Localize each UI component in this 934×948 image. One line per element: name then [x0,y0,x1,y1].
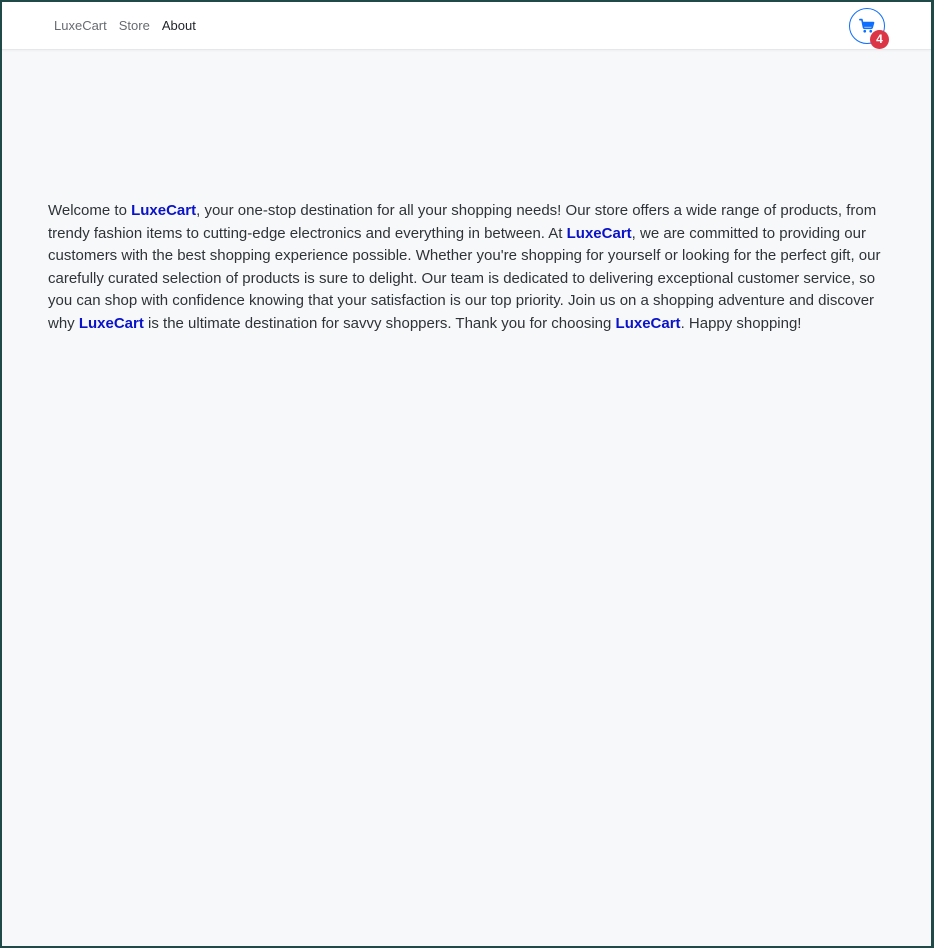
top-navbar: LuxeCart Store About 4 [2,2,931,50]
cart-count-badge: 4 [870,30,889,49]
nav-link-luxecart[interactable]: LuxeCart [54,18,107,34]
about-text: Welcome to LuxeCart, your one-stop desti… [48,200,884,335]
nav-links: LuxeCart Store About [54,18,196,34]
browser-viewport: LuxeCart Store About 4 Welcome to LuxeCa… [2,2,931,946]
about-text-segment-1: Welcome to [48,202,132,219]
about-text-segment-5: . Happy shopping! [680,314,802,332]
cart-button[interactable]: 4 [849,8,889,49]
brand-name: LuxeCart [78,314,144,332]
brand-name: LuxeCart [615,314,681,332]
nav-link-store[interactable]: Store [119,18,150,34]
about-text-segment-4: is the ultimate destination for savvy sh… [143,314,616,332]
nav-link-about[interactable]: About [162,18,196,34]
brand-name: LuxeCart [566,224,632,242]
brand-name: LuxeCart [131,202,197,219]
